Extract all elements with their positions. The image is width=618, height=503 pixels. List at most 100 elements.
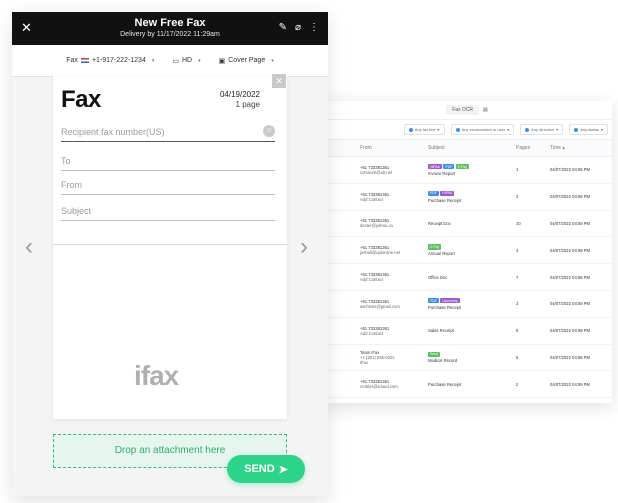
cell-pages: 5: [516, 354, 519, 360]
history-filter[interactable]: Any status ▾: [569, 124, 608, 135]
paperclip-icon[interactable]: ⌀: [295, 22, 301, 33]
dropzone-label: Drop an attachment here: [114, 445, 226, 456]
cell-pages: 10: [516, 220, 521, 226]
column-header-subject[interactable]: Subject: [426, 145, 510, 151]
subject-text: Receipt Doc: [428, 220, 451, 226]
tag-badge: X-Pay: [428, 244, 442, 250]
cell-from-line: Add Contact: [360, 196, 384, 202]
cell-pages: 6: [516, 328, 519, 334]
cell-from: +61 733381361 Add Contact: [322, 272, 426, 282]
send-button[interactable]: SEND ➤: [227, 455, 305, 483]
cell-from: +61 733381361 Add Contact: [322, 192, 426, 202]
header-actions: ✎ ⌀ ⋮: [279, 22, 319, 33]
history-filter[interactable]: Any direction ▾: [520, 124, 564, 135]
cell-subject: Purchase Receipt: [426, 382, 510, 387]
chevron-down-icon: ▾: [600, 127, 603, 132]
tag-badge: PDF: [443, 164, 455, 170]
cell-subject: Send Medical Record: [426, 351, 510, 364]
stage: Fax OCR ▤ Any fax line ▾ Any environment o…: [0, 0, 618, 503]
table-row[interactable]: +61 733381361 Add Contact Office Doc 7 04/07…: [322, 264, 612, 291]
fax-line-label: Fax: [66, 57, 78, 64]
search-icon[interactable]: ▤: [483, 107, 488, 113]
chevron-right-icon[interactable]: ›: [300, 235, 308, 259]
table-row[interactable]: +61 733381361 dexter@yahoo.ca Receipt Doc 1…: [322, 211, 612, 238]
table-row[interactable]: Team iFax +1 (201) 255-0222 iFax Send Medica…: [322, 345, 612, 372]
cell-from-line: comscriii@att.net: [360, 169, 393, 175]
quality-label: HD: [181, 57, 193, 64]
cell-subject: PDF HIPAA Purchase Receipt: [426, 190, 510, 203]
send-arrow-icon: ➤: [278, 463, 288, 476]
column-header-time-label: Time: [550, 145, 561, 151]
filter-label: Any direction: [531, 127, 555, 132]
compose-toolbar: Fax +1-917-222-1234 ▾ ▭ HD ▾ ▣ Cover Pag…: [12, 45, 328, 77]
filter-icon: [574, 127, 579, 132]
cell-subject: X-Pay Annual Report: [426, 244, 510, 256]
table-row[interactable]: +61 733381361 Add Contact PDF HIPAA Purchase…: [322, 184, 612, 211]
chevron-left-icon[interactable]: ‹: [25, 235, 33, 259]
cell-time: 04/07/2022 04:59 PM: [550, 194, 591, 200]
recipient-fax-field[interactable]: Recipient fax number(US) ☺: [61, 124, 275, 142]
cell-from-line: Add Contact: [360, 277, 384, 283]
cell-from-line: aschmitz@gmail.com: [360, 303, 400, 309]
us-flag-icon: [80, 58, 89, 63]
cell-time: 04/07/2022 04:59 PM: [550, 381, 591, 387]
table-row[interactable]: +61 733381361 crobles@icloud.com Purchase …: [322, 371, 612, 399]
tag-list: X-Pay: [428, 244, 510, 250]
history-filter[interactable]: Any fax line ▾: [403, 124, 445, 135]
filter-label: Any status: [580, 127, 599, 132]
column-header-from[interactable]: From: [322, 145, 426, 151]
contacts-icon[interactable]: ☺: [263, 125, 275, 137]
table-row[interactable]: +61 733381361 comscriii@att.net HIPAA PDF E-…: [322, 157, 612, 184]
fax-heading: Fax: [61, 86, 101, 113]
from-field[interactable]: From: [61, 177, 275, 195]
tag-list: PDF HIPAA: [428, 190, 510, 197]
cell-subject: Sales Receipt: [426, 328, 510, 333]
chevron-down-icon: ▾: [151, 57, 155, 64]
cell-from: Team iFax +1 (201) 255-0222 iFax: [322, 350, 426, 365]
remove-page-icon[interactable]: ✕: [272, 74, 286, 88]
from-placeholder: From: [61, 180, 82, 190]
cell-from-line: crobles@icloud.com: [360, 384, 398, 390]
to-field[interactable]: To: [61, 153, 275, 171]
history-filter[interactable]: Any environment or user ▾: [450, 124, 515, 135]
cell-from-line: Add Contact: [360, 330, 384, 336]
table-row[interactable]: +61 733381361 Add Contact Sales Receipt 6 04…: [322, 318, 612, 345]
cover-page-selector[interactable]: ▣ Cover Page ▾: [219, 57, 274, 65]
filter-label: Any environment or user: [461, 127, 506, 132]
chevron-down-icon: ▾: [437, 127, 440, 132]
subject-field[interactable]: Subject: [61, 203, 275, 221]
chevron-down-icon: ▾: [271, 57, 274, 64]
subject-text: Purchase Receipt: [428, 304, 462, 310]
cell-from: +61 733381361 crobles@icloud.com: [322, 379, 426, 389]
history-search-input[interactable]: Fax OCR: [446, 105, 480, 115]
cell-time: 04/07/2022 04:59 PM: [550, 354, 591, 360]
filter-label: Any fax line: [414, 127, 436, 132]
subject-text: Medical Record: [428, 358, 458, 364]
cell-pages: 2: [516, 194, 519, 200]
cell-subject: Receipt Doc: [426, 221, 510, 226]
tag-list: Send: [428, 351, 510, 357]
cover-page-label: Cover Page: [228, 57, 266, 64]
ifax-logo: ifax: [134, 360, 179, 391]
tag-badge: HIPAA: [440, 190, 455, 197]
subject-text: Sales Receipt: [428, 328, 454, 334]
recipient-fax-placeholder: Recipient fax number(US): [61, 127, 165, 137]
tag-badge: Upcoming: [440, 298, 460, 304]
cell-time: 04/07/2022 04:59 PM: [550, 220, 591, 226]
to-placeholder: To: [61, 156, 71, 166]
table-row[interactable]: +61 733381361 aschmitz@gmail.com PDF Upcomi…: [322, 291, 612, 318]
fax-line-selector[interactable]: Fax +1-917-222-1234 ▾: [66, 57, 154, 64]
column-header-time[interactable]: Time ▴: [550, 145, 612, 151]
more-vertical-icon[interactable]: ⋮: [309, 22, 319, 33]
table-row[interactable]: +61 733381361 joshall@optonline.net X-Pay A…: [322, 237, 612, 265]
cell-pages: 4: [516, 247, 519, 253]
subject-text: Annual Report: [428, 251, 455, 257]
column-header-pages[interactable]: Pages: [510, 145, 550, 151]
fax-line-number: +1-917-222-1234: [91, 57, 146, 64]
cell-from-line: iFax: [360, 359, 368, 365]
quality-icon: ▭: [172, 57, 179, 65]
pencil-icon[interactable]: ✎: [279, 22, 287, 33]
history-filter-bar: Any fax line ▾ Any environment or user ▾ Any…: [322, 120, 612, 140]
quality-selector[interactable]: ▭ HD ▾: [172, 57, 200, 65]
cell-from: +61 733381361 aschmitz@gmail.com: [322, 299, 426, 309]
